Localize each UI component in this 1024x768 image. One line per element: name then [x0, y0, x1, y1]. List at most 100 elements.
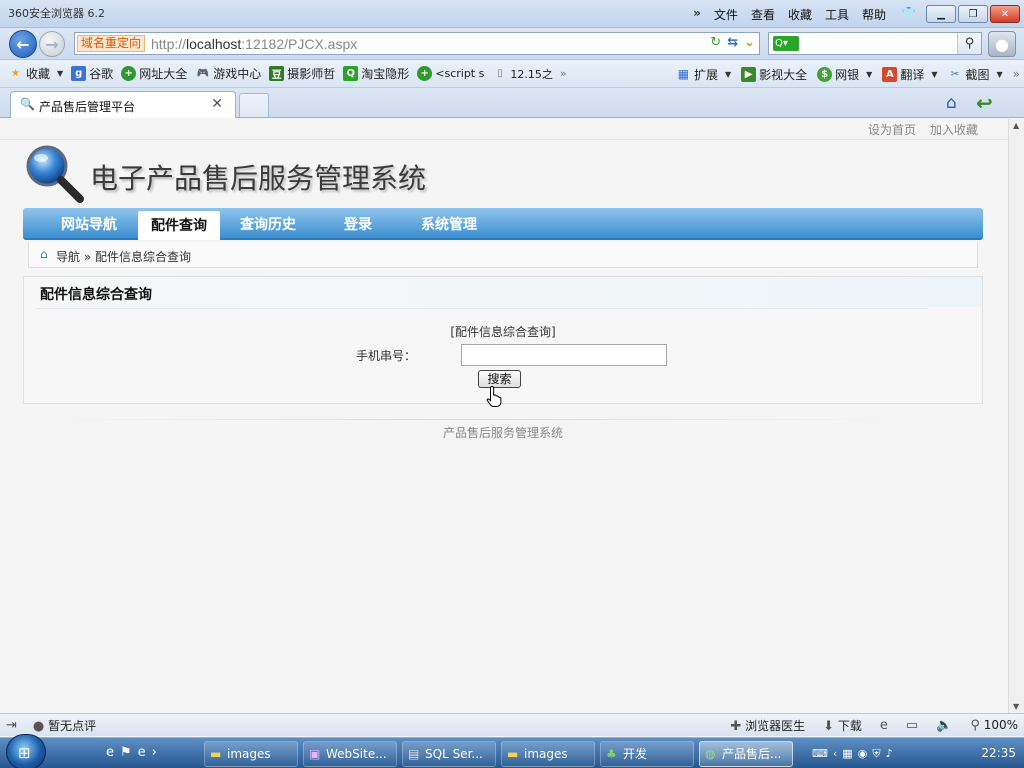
more-icon[interactable]: »: [1013, 67, 1020, 81]
new-tab-button[interactable]: [239, 93, 269, 117]
shield-icon[interactable]: ⛨: [872, 747, 880, 761]
chevron-right-icon[interactable]: ›: [152, 745, 157, 760]
scroll-up-icon[interactable]: ▲: [1013, 121, 1019, 130]
user-avatar[interactable]: ●: [988, 31, 1016, 57]
keyboard-icon[interactable]: ⌨: [812, 747, 828, 760]
nav-parts-query[interactable]: 配件查询: [138, 211, 220, 240]
flag-icon[interactable]: ⚑: [120, 745, 132, 760]
fav-item-games[interactable]: 🎮 游戏中心: [195, 65, 261, 82]
menu-view[interactable]: 查看: [751, 6, 775, 23]
taskbar-item-sql[interactable]: ▤ SQL Ser...: [402, 741, 496, 767]
tab-label: 产品售后管理平台: [39, 100, 136, 114]
chevron-down-icon: ▼: [931, 69, 938, 79]
extensions-button[interactable]: ▦ 扩展 ▼: [676, 66, 731, 83]
nav-login[interactable]: 登录: [328, 208, 388, 240]
search-icon[interactable]: ⚲: [957, 33, 981, 54]
window-icon[interactable]: ▭: [906, 718, 918, 733]
menu-tools[interactable]: 工具: [825, 6, 849, 23]
form-caption: [配件信息综合查询]: [450, 325, 556, 339]
ie-icon[interactable]: e: [106, 745, 114, 760]
close-icon[interactable]: ✕: [211, 96, 223, 112]
footer-divider: [50, 419, 900, 420]
refresh-icon[interactable]: ↻: [710, 35, 721, 50]
fav-item-taobao[interactable]: Q 淘宝隐形: [343, 65, 409, 82]
nav-site-guide[interactable]: 网站导航: [51, 208, 127, 240]
compat-mode-icon[interactable]: ⇆: [727, 35, 738, 50]
fav-item-hao123[interactable]: + 网址大全: [121, 65, 187, 82]
breadcrumb-text[interactable]: 导航 » 配件信息综合查询: [56, 248, 191, 265]
address-bar[interactable]: 域名重定向 http://localhost:12182/PJCX.aspx ↻…: [74, 32, 760, 55]
network-icon[interactable]: ▦: [842, 747, 852, 760]
clock[interactable]: 22:35: [981, 746, 1016, 760]
maximize-button[interactable]: ❐: [958, 5, 988, 23]
download-button[interactable]: ⬇ 下载: [823, 717, 862, 734]
imei-label: 手机串号：: [356, 349, 417, 363]
menu-file[interactable]: 文件: [714, 6, 738, 23]
add-favorite-link[interactable]: 加入收藏: [930, 121, 978, 138]
search-box[interactable]: Q▾ ⚲: [768, 32, 982, 55]
browser-doctor-button[interactable]: ✚ 浏览器医生: [730, 717, 805, 734]
forward-button[interactable]: →: [39, 31, 65, 57]
scroll-down-icon[interactable]: ▼: [1013, 702, 1019, 711]
translate-button[interactable]: A 翻译 ▼: [882, 66, 937, 83]
search-engine-icon[interactable]: Q▾: [773, 36, 799, 51]
footer-text: 产品售后服务管理系统: [442, 426, 563, 440]
screenshot-button[interactable]: ✂ 截图 ▼: [947, 66, 1003, 83]
close-button[interactable]: ✕: [990, 5, 1020, 23]
speaker-icon[interactable]: 🔈: [936, 718, 952, 733]
ie-mode-icon[interactable]: e: [880, 718, 888, 733]
domain-redirect-badge[interactable]: 域名重定向: [77, 35, 146, 52]
more-icon[interactable]: »: [560, 67, 567, 80]
fav-item-page[interactable]: ▯ 12.15之 »: [492, 66, 567, 82]
set-homepage-link[interactable]: 设为首页: [868, 121, 916, 138]
top-links: 设为首页 加入收藏: [868, 121, 978, 138]
fav-label: 淘宝隐形: [361, 67, 410, 81]
comment-status[interactable]: ● 暂无点评: [33, 717, 96, 734]
chevron-down-icon[interactable]: ⌄: [744, 35, 755, 50]
toolbar-label: 翻译: [900, 67, 925, 82]
shirt-icon[interactable]: 👕: [901, 6, 916, 20]
imei-input[interactable]: [461, 344, 667, 366]
zoom-control[interactable]: ⚲ 100%: [970, 718, 1018, 733]
toolbar-label: 扩展: [693, 67, 718, 82]
taskbar-item-browser[interactable]: ◍ 产品售后...: [699, 741, 793, 767]
taskbar-label: images: [524, 747, 568, 761]
fav-item-script[interactable]: + <script s: [417, 66, 484, 81]
comment-label: 暂无点评: [48, 719, 97, 733]
chevron-left-icon[interactable]: ‹: [833, 747, 837, 760]
taskbar-item-images-2[interactable]: ▬ images: [501, 741, 595, 767]
fav-item-favorites[interactable]: ★ 收藏 ▼: [8, 65, 63, 82]
back-button[interactable]: ←: [9, 30, 37, 58]
bank-button[interactable]: $ 网银 ▼: [817, 66, 872, 83]
sidebar-toggle-icon[interactable]: ⇥: [6, 718, 17, 733]
nav-query-history[interactable]: 查询历史: [230, 208, 306, 240]
more-menus-icon[interactable]: »: [693, 6, 701, 23]
tray-app-icon[interactable]: ◉: [858, 747, 868, 760]
doctor-icon: ✚: [730, 719, 742, 734]
taskbar-item-website[interactable]: ▣ WebSite...: [303, 741, 397, 767]
start-button[interactable]: ⊞: [6, 734, 46, 768]
fav-item-google[interactable]: g 谷歌: [71, 65, 113, 82]
scissors-icon: ✂: [950, 68, 960, 80]
url-text[interactable]: http://localhost:12182/PJCX.aspx: [151, 36, 357, 52]
tab-current[interactable]: 🔍 产品售后管理平台 ✕: [10, 91, 236, 118]
taskbar-item-images-1[interactable]: ▬ images: [204, 741, 298, 767]
chevron-down-icon: ▼: [866, 69, 873, 79]
volume-icon[interactable]: ♪: [886, 747, 893, 760]
nav-system-admin[interactable]: 系统管理: [411, 208, 487, 240]
taskbar-item-dev[interactable]: ♣ 开发: [600, 741, 694, 767]
taskbar-label: SQL Ser...: [425, 747, 483, 761]
home-icon[interactable]: ⌂: [946, 93, 957, 113]
status-left: ⇥ ● 暂无点评: [6, 717, 96, 734]
menu-help[interactable]: 帮助: [862, 6, 886, 23]
folder-icon: ▬: [210, 747, 222, 761]
menu-favorites[interactable]: 收藏: [788, 6, 812, 23]
minimize-button[interactable]: ▁: [926, 5, 956, 23]
fav-item-douban[interactable]: 豆摄影师哲: [269, 65, 335, 82]
vertical-scrollbar[interactable]: ▲ ▼: [1008, 119, 1024, 713]
url-prefix: http://: [151, 36, 187, 52]
browser-icon[interactable]: e: [138, 745, 146, 760]
fav-label: <script s: [435, 67, 485, 80]
undo-close-tab-icon[interactable]: ↩: [976, 91, 993, 115]
video-button[interactable]: ▶ 影视大全: [741, 66, 807, 83]
